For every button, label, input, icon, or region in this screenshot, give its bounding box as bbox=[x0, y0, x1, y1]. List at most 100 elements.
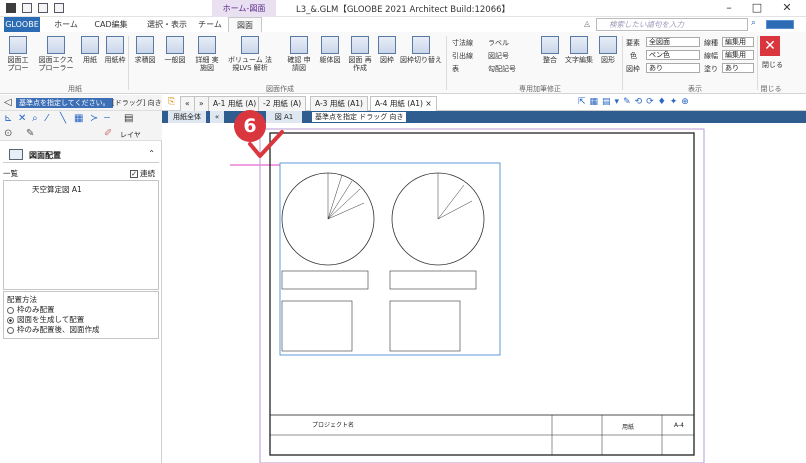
doc-tab-a2[interactable]: -2 用紙 (A) bbox=[258, 96, 307, 111]
group-separator bbox=[446, 36, 447, 90]
tab-scroll-right[interactable]: » bbox=[194, 96, 209, 111]
frame-switch-button[interactable]: 図枠切り替え bbox=[400, 36, 442, 64]
drawing-canvas[interactable]: プロジェクト名 用紙 A-4 bbox=[162, 123, 806, 463]
snap-cross-icon[interactable]: ✕ bbox=[18, 113, 26, 125]
drawing-frame-icon bbox=[9, 36, 27, 54]
account-badge[interactable] bbox=[766, 20, 794, 29]
paper-frame-button[interactable]: 用紙枠 bbox=[104, 36, 126, 64]
method-frame-then-create[interactable]: 枠のみ配置後、図面作成 bbox=[7, 325, 155, 335]
close-mode-label: 閉じる bbox=[762, 61, 783, 69]
minimize-button[interactable]: – bbox=[718, 1, 740, 16]
frame-select[interactable]: あり bbox=[646, 63, 700, 73]
method-generate[interactable]: 図面を生成して配置 bbox=[7, 315, 155, 325]
layer-button[interactable]: レイヤ bbox=[120, 130, 141, 140]
paper-button[interactable]: 用紙 bbox=[80, 36, 100, 64]
sheet-frame bbox=[269, 132, 695, 456]
ribbon-tabs: GLOOBE ホーム CAD編集 選択・表示 チーム 図面 ◬ 検索したい語句を… bbox=[0, 17, 806, 32]
general-view-button[interactable]: 一般図 bbox=[162, 36, 188, 64]
command-prompt-text: 基準点を指定してください。 bbox=[16, 98, 113, 108]
snap-line-icon[interactable]: ╲ bbox=[60, 113, 66, 125]
dim-line-button[interactable]: 寸法線 bbox=[452, 38, 473, 48]
close-mode-icon[interactable]: ✕ bbox=[760, 36, 780, 56]
pen-icon[interactable]: ✎ bbox=[26, 128, 34, 140]
zumen-frame-button[interactable]: 図面工 プロー bbox=[4, 36, 32, 72]
line-width-select[interactable]: 編集用 bbox=[722, 50, 754, 60]
zumen-explorer-button[interactable]: 図面エクス プローラー bbox=[36, 36, 76, 72]
maximize-button[interactable]: □ bbox=[746, 1, 768, 16]
frame-view-button[interactable]: 躯体図 bbox=[318, 36, 342, 64]
search-icon[interactable]: ⌕ bbox=[751, 18, 756, 28]
eraser-icon[interactable]: ✐ bbox=[104, 128, 112, 140]
paper-icon bbox=[81, 36, 99, 54]
table-block bbox=[281, 270, 369, 290]
title-sheet-number: A-4 bbox=[674, 422, 684, 429]
title-sheet-label: 用紙 bbox=[622, 424, 635, 431]
redraw-button[interactable]: 図面 再作成 bbox=[348, 36, 372, 72]
snap-grid-icon[interactable]: ▦ bbox=[74, 113, 83, 125]
symbol-button[interactable]: 図記号 bbox=[488, 51, 509, 61]
tab-home[interactable]: ホーム bbox=[52, 17, 80, 32]
doc-tab-a1[interactable]: A-1 用紙 (A) bbox=[208, 96, 262, 111]
doc-tab-a4[interactable]: A-4 用紙 (A1) × bbox=[370, 96, 437, 111]
sub-nav-left[interactable]: « bbox=[210, 111, 224, 123]
frame-switch-icon bbox=[412, 36, 430, 54]
tab-cad-edit[interactable]: CAD編集 bbox=[90, 17, 132, 32]
leader-button[interactable]: 引出線 bbox=[452, 51, 473, 61]
general-drawing-icon bbox=[166, 36, 184, 54]
prompt-icon: ◁ bbox=[4, 97, 12, 108]
search-indicator-icon: ◬ bbox=[584, 19, 591, 28]
sheet-drawing bbox=[230, 128, 705, 463]
detail-drawing-icon bbox=[198, 36, 216, 54]
plan-view-button[interactable]: 求積図 bbox=[132, 36, 158, 64]
sky-rays-left bbox=[327, 173, 365, 220]
continuous-checkbox[interactable]: ✓ 連続 bbox=[130, 168, 155, 179]
whole-sheet-button[interactable]: 用紙全体 bbox=[168, 111, 206, 123]
doc-tab-a3[interactable]: A-3 用紙 (A1) bbox=[310, 96, 368, 111]
detail-view-button[interactable]: 詳細 実施図 bbox=[194, 36, 220, 72]
table-block bbox=[389, 270, 477, 290]
radio-off-icon bbox=[7, 326, 14, 334]
label-button[interactable]: ラベル bbox=[488, 38, 509, 48]
color-select[interactable]: ペン色 bbox=[646, 50, 700, 60]
align-button[interactable]: 整合 bbox=[540, 36, 560, 64]
sub-small-tab[interactable]: 図 A1 bbox=[266, 111, 302, 123]
snap-point-icon[interactable]: ⊾ bbox=[4, 113, 12, 125]
radio-on-icon bbox=[7, 316, 14, 324]
close-tab-icon[interactable]: × bbox=[425, 99, 431, 108]
list-item[interactable]: 天空算定図 A1 bbox=[32, 184, 82, 195]
tab-select-view[interactable]: 選択・表示 bbox=[144, 17, 190, 32]
snap-dash-icon[interactable]: ┄ bbox=[104, 113, 110, 125]
snap-settings-icon[interactable]: ▤ bbox=[124, 113, 133, 125]
close-window-button[interactable]: ✕ bbox=[776, 1, 798, 16]
new-sheet-icon[interactable]: ⎘ bbox=[168, 97, 175, 107]
title-bar: ホーム-図面 L3_&.GLM【GLOOBE 2021 Architect Bu… bbox=[0, 0, 806, 17]
table-button[interactable]: 表 bbox=[452, 64, 459, 74]
volume-analysis-button[interactable]: ボリューム 法規LVS 解析 bbox=[226, 36, 274, 72]
view-icon[interactable]: ⊙ bbox=[4, 128, 12, 140]
sky-rays-right bbox=[437, 173, 473, 220]
view-tools-icon[interactable]: ⇱▦▤▾✎⟲⟳♦✦⊕ bbox=[578, 97, 693, 107]
snap-search-icon[interactable]: ⌕ bbox=[32, 113, 38, 125]
confirm-shinsei-button[interactable]: 確認 申請図 bbox=[286, 36, 312, 72]
line-type-select[interactable]: 編集用 bbox=[722, 37, 754, 47]
tab-scroll-left[interactable]: « bbox=[180, 96, 195, 111]
method-frame-only[interactable]: 枠のみ配置 bbox=[7, 305, 155, 315]
slope-symbol-button[interactable]: 勾配記号 bbox=[488, 64, 516, 74]
tab-drawing[interactable]: 図面 bbox=[228, 17, 262, 32]
shape-button[interactable]: 図形 bbox=[598, 36, 618, 64]
area-calc-icon bbox=[136, 36, 154, 54]
layer-select[interactable]: 全図面 bbox=[646, 37, 700, 47]
fill-select[interactable]: あり bbox=[722, 63, 754, 73]
snap-arrow-icon[interactable]: ≻ bbox=[90, 113, 98, 125]
tab-gloobe[interactable]: GLOOBE bbox=[4, 17, 40, 32]
volume-icon bbox=[241, 36, 259, 54]
frame-button[interactable]: 図枠 bbox=[378, 36, 396, 64]
snap-angle-icon[interactable]: ⁄ bbox=[46, 113, 48, 125]
collapse-icon[interactable]: ⌃ bbox=[148, 149, 155, 158]
text-edit-button[interactable]: 文字編集 bbox=[564, 36, 594, 64]
method-title: 配置方法 bbox=[7, 295, 37, 304]
drawing-list[interactable]: 天空算定図 A1 bbox=[3, 180, 159, 290]
group-label-paper: 用紙 bbox=[68, 85, 82, 93]
search-input[interactable]: 検索したい語句を入力 bbox=[596, 18, 748, 31]
tab-team[interactable]: チーム bbox=[196, 17, 224, 32]
